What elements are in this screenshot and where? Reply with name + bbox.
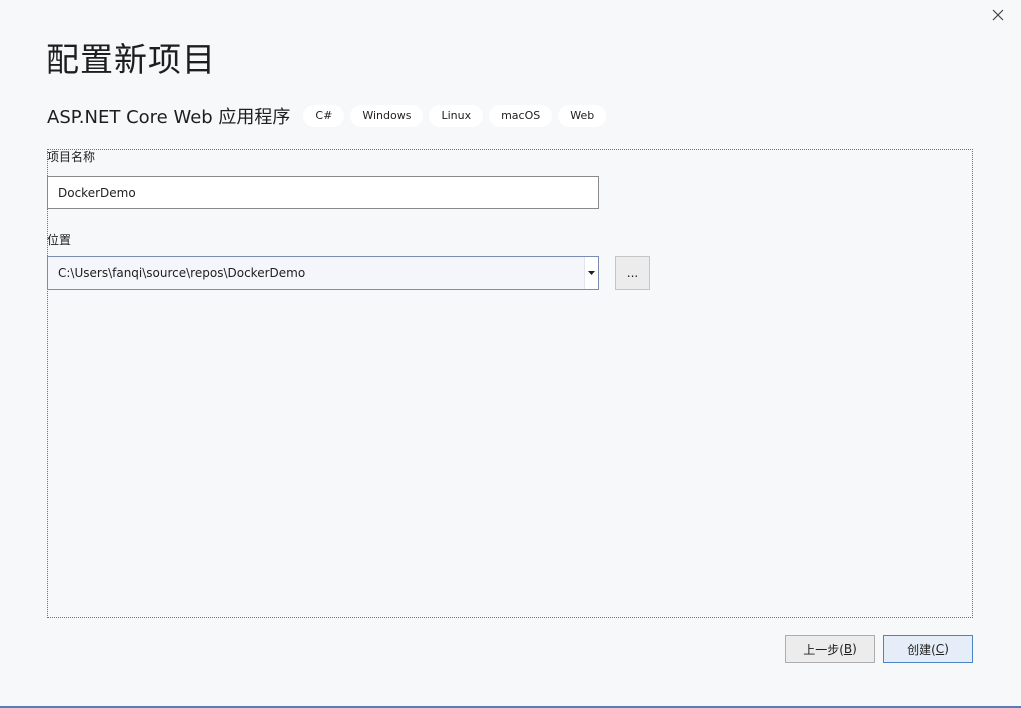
- back-button-suffix: ): [852, 642, 857, 656]
- back-button-access-key: B: [843, 642, 853, 656]
- browse-button[interactable]: ...: [615, 256, 650, 290]
- close-button[interactable]: [984, 4, 1012, 26]
- location-label: 位置: [47, 233, 72, 247]
- tag-csharp: C#: [303, 105, 345, 127]
- project-name-input[interactable]: [47, 176, 599, 209]
- tag-macos: macOS: [489, 105, 553, 127]
- back-button[interactable]: 上一步(B): [785, 635, 875, 663]
- create-button-access-key: C: [935, 642, 945, 656]
- form-panel: [47, 149, 973, 618]
- template-info: ASP.NET Core Web 应用程序 C# Windows Linux m…: [47, 103, 612, 129]
- back-button-label: 上一步(: [803, 642, 844, 657]
- tag-windows: Windows: [350, 105, 424, 127]
- create-button-suffix: ): [944, 642, 949, 656]
- chevron-down-icon: [588, 271, 595, 275]
- location-combobox[interactable]: C:\Users\fanqi\source\repos\DockerDemo: [47, 256, 599, 290]
- template-name: ASP.NET Core Web 应用程序: [47, 107, 291, 128]
- tag-web: Web: [558, 105, 607, 127]
- create-button-label: 创建(: [907, 642, 936, 657]
- location-dropdown-toggle[interactable]: [584, 257, 598, 289]
- page-title: 配置新项目: [46, 40, 216, 79]
- create-button[interactable]: 创建(C): [883, 635, 973, 663]
- project-name-label: 项目名称: [47, 150, 96, 164]
- location-value: C:\Users\fanqi\source\repos\DockerDemo: [58, 266, 306, 280]
- tag-linux: Linux: [429, 105, 484, 127]
- close-icon: [992, 9, 1004, 21]
